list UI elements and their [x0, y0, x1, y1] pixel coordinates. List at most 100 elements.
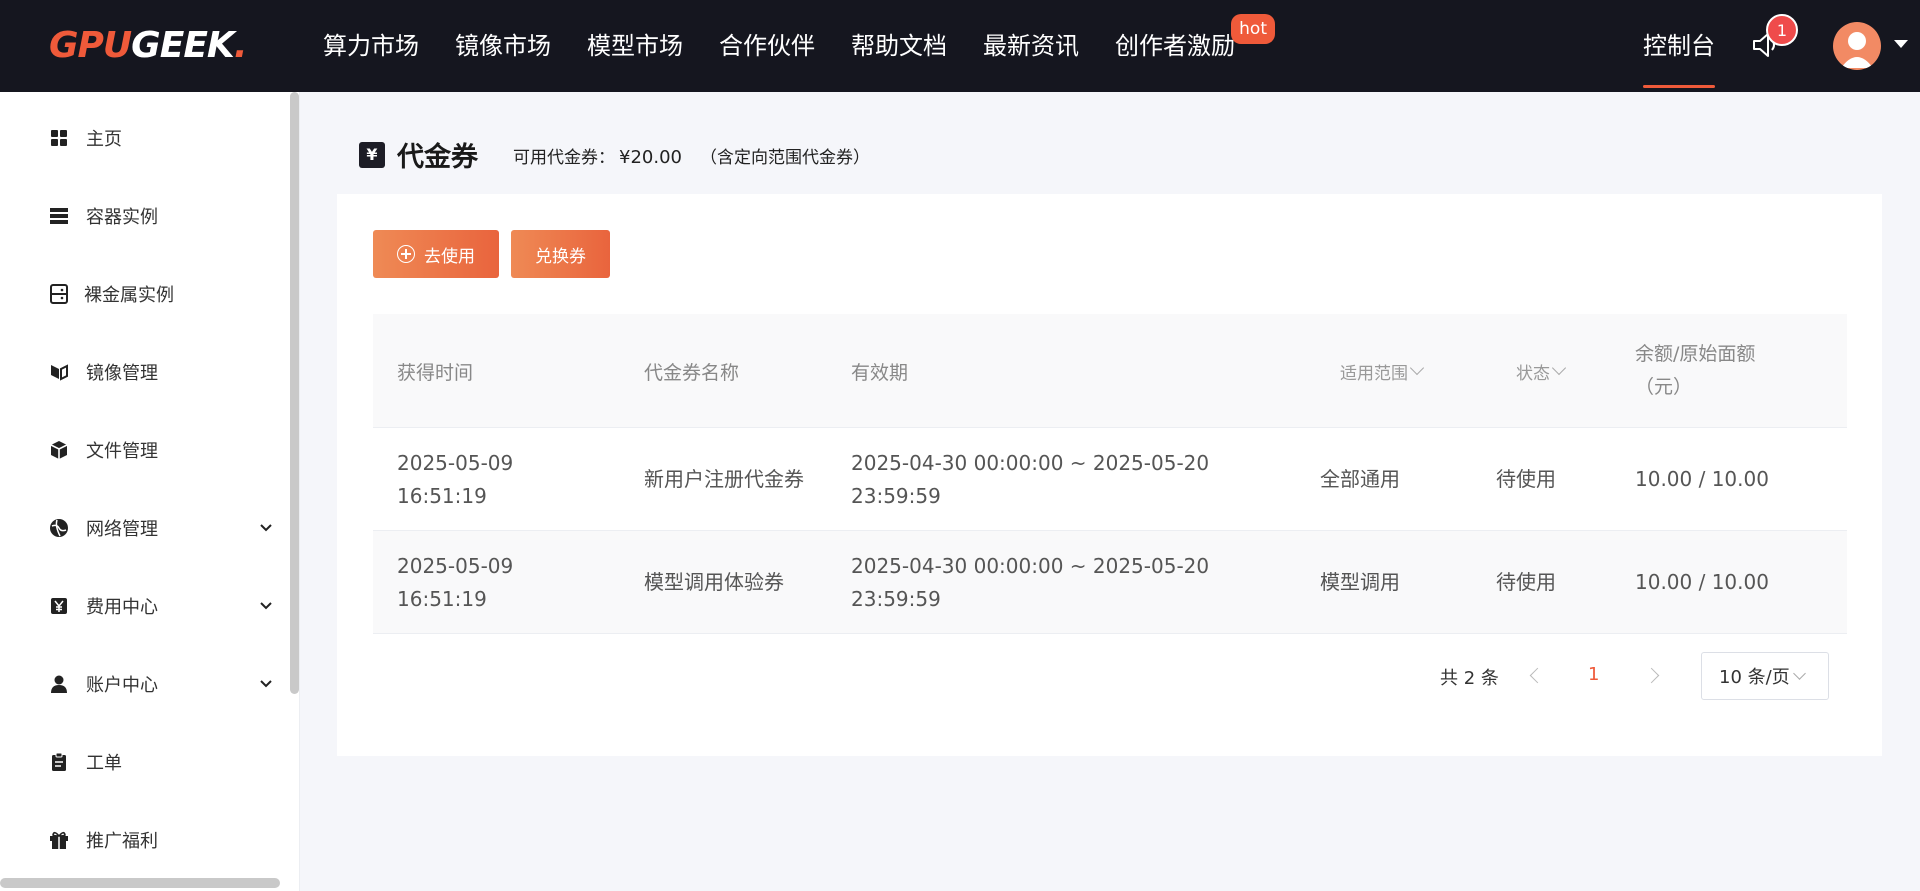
chevron-down-icon: [1551, 360, 1567, 376]
nav-creator-incentive[interactable]: 创作者激励 hot: [1115, 0, 1275, 92]
header-status-label: 状态: [1516, 363, 1550, 384]
header-validity: 有效期: [851, 361, 909, 384]
cell-amount: 10.00 / 10.00: [1635, 570, 1769, 594]
clipboard-icon: [52, 752, 66, 771]
account-dropdown-icon[interactable]: [1894, 40, 1908, 48]
yen-icon: [51, 598, 67, 614]
chevron-right-icon[interactable]: [1643, 667, 1660, 684]
logo-text-gpu: GPU: [49, 25, 132, 66]
sidebar-item-label: 工单: [86, 753, 122, 774]
table-row: 2025-05-09 16:51:19 新用户注册代金券 2025-04-30 0…: [373, 428, 1847, 531]
cell-amount: 10.00 / 10.00: [1635, 467, 1769, 491]
main-nav: 算力市场 镜像市场 模型市场 合作伙伴 帮助文档 最新资讯 创作者激励 hot: [323, 0, 1275, 92]
pagination-page-1[interactable]: 1: [1588, 664, 1599, 685]
hot-badge: hot: [1231, 14, 1275, 44]
sidebar-item-promotion[interactable]: 推广福利: [0, 815, 290, 865]
sidebar-item-label: 容器实例: [86, 207, 158, 228]
voucher-table: 获得时间 代金券名称 有效期 适用范围 状态 余额/原始面额 （元） 2025-…: [373, 314, 1847, 634]
sidebar-item-label: 镜像管理: [86, 363, 158, 384]
exchange-voucher-button[interactable]: 兑换券: [511, 230, 610, 278]
nav-news[interactable]: 最新资讯: [983, 0, 1079, 92]
voucher-card: 去使用 兑换券 获得时间 代金券名称 有效期 适用范围 状态 余额/原始面额 （…: [337, 194, 1882, 756]
cell-time: 16:51:19: [397, 483, 487, 508]
box-icon: [50, 441, 68, 459]
avatar[interactable]: [1833, 22, 1881, 70]
sidebar-item-images[interactable]: 镜像管理: [0, 347, 290, 397]
table-header: 获得时间 代金券名称 有效期 适用范围 状态 余额/原始面额 （元）: [373, 314, 1847, 428]
cell-date: 2025-05-09: [397, 450, 514, 475]
header-status-filter[interactable]: 状态: [1516, 314, 1567, 428]
sidebar-horizontal-scrollbar[interactable]: [0, 878, 280, 888]
sidebar-item-label: 推广福利: [86, 831, 158, 852]
nav-partners[interactable]: 合作伙伴: [719, 0, 815, 92]
available-label: 可用代金券：: [513, 148, 615, 168]
sidebar-item-billing[interactable]: 费用中心: [0, 581, 290, 631]
chevron-down-icon: [1792, 666, 1806, 680]
nav-compute-market[interactable]: 算力市场: [323, 0, 419, 92]
server-stack-icon: [50, 208, 68, 224]
nav-image-market[interactable]: 镜像市场: [455, 0, 551, 92]
sidebar-item-account[interactable]: 账户中心: [0, 659, 290, 709]
brand-logo[interactable]: GPUGEEK.: [49, 26, 247, 66]
page-title: 代金券: [397, 142, 478, 173]
user-avatar-icon: [1841, 32, 1873, 68]
sidebar-item-files[interactable]: 文件管理: [0, 425, 290, 475]
use-voucher-button[interactable]: 去使用: [373, 230, 499, 278]
sidebar-vertical-scrollbar[interactable]: [290, 92, 299, 694]
page-header: ¥ 代金券: [359, 135, 478, 174]
chevron-down-icon: [260, 680, 272, 688]
nav-model-market[interactable]: 模型市场: [587, 0, 683, 92]
cell-status: 待使用: [1496, 570, 1556, 594]
available-amount: ¥20.00: [619, 147, 682, 168]
sidebar-item-label: 文件管理: [86, 441, 158, 462]
pagination: 共 2 条 1 10 条/页: [337, 652, 1882, 702]
exchange-voucher-label: 兑换券: [535, 246, 586, 267]
bare-metal-icon: [50, 284, 68, 304]
chevron-down-icon: [260, 602, 272, 610]
gift-icon: [50, 831, 68, 849]
cell-validity: 2025-04-30 00:00:00 ~ 2025-05-20 23:59:5…: [851, 553, 1210, 611]
page-size-select[interactable]: 10 条/页: [1701, 652, 1829, 700]
header-amount: 余额/原始面额 （元）: [1635, 314, 1815, 428]
cell-date: 2025-05-09: [397, 553, 514, 578]
cell-time: 16:51:19: [397, 586, 487, 611]
cell-voucher-name: 新用户注册代金券: [644, 467, 804, 491]
plus-circle-icon: [397, 245, 415, 263]
header-scope-label: 适用范围: [1340, 363, 1408, 384]
nav-creator-label: 创作者激励: [1115, 32, 1235, 60]
cell-scope: 模型调用: [1320, 570, 1400, 594]
pagination-total: 共 2 条: [1440, 668, 1499, 689]
header-scope-filter[interactable]: 适用范围: [1340, 314, 1425, 428]
nav-console[interactable]: 控制台: [1643, 0, 1715, 92]
sidebar: 主页 容器实例 裸金属实例 镜像管理 文件管理 网络管理 费用中心 账户中心 工…: [0, 92, 300, 891]
sidebar-item-label: 费用中心: [86, 597, 158, 618]
sidebar-item-label: 裸金属实例: [84, 285, 174, 306]
notification-badge: 1: [1766, 14, 1798, 46]
cell-voucher-name: 模型调用体验券: [644, 570, 784, 594]
grid-icon: [51, 130, 67, 146]
sidebar-item-label: 主页: [86, 129, 122, 150]
cell-validity: 2025-04-30 00:00:00 ~ 2025-05-20 23:59:5…: [851, 450, 1210, 508]
nav-help-docs[interactable]: 帮助文档: [851, 0, 947, 92]
sidebar-item-home[interactable]: 主页: [0, 113, 290, 163]
available-voucher-summary: 可用代金券： ¥20.00 （含定向范围代金券）: [513, 143, 870, 168]
logo-text-geek: GEEK: [131, 25, 235, 66]
top-navbar: GPUGEEK. 算力市场 镜像市场 模型市场 合作伙伴 帮助文档 最新资讯 创…: [0, 0, 1920, 92]
sidebar-item-network[interactable]: 网络管理: [0, 503, 290, 553]
cell-scope: 全部通用: [1320, 467, 1400, 491]
header-amount-line2: （元）: [1635, 376, 1693, 398]
sidebar-item-bare-metal[interactable]: 裸金属实例: [0, 269, 290, 319]
available-note: （含定向范围代金券）: [699, 148, 870, 168]
use-voucher-label: 去使用: [424, 246, 475, 267]
sidebar-item-label: 账户中心: [86, 675, 158, 696]
cell-status: 待使用: [1496, 467, 1556, 491]
header-obtained-time: 获得时间: [397, 361, 474, 384]
chevron-down-icon: [1409, 360, 1425, 376]
image-icon: [51, 364, 68, 381]
chevron-left-icon[interactable]: [1529, 667, 1546, 684]
yen-icon: ¥: [359, 141, 385, 168]
sidebar-item-tickets[interactable]: 工单: [0, 737, 290, 787]
network-icon: [50, 519, 68, 537]
sidebar-item-containers[interactable]: 容器实例: [0, 191, 290, 241]
sidebar-item-label: 网络管理: [86, 519, 158, 540]
